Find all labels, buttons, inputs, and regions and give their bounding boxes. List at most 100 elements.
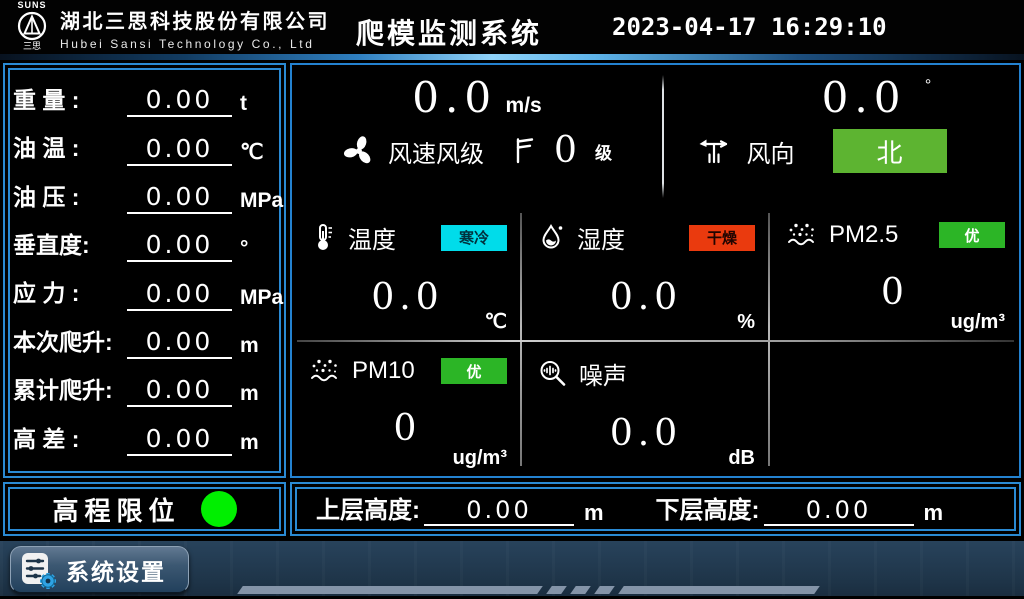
tile-label: 温度 [348,220,396,255]
measurement-row: 高 差 :0.00 m [13,424,274,456]
tile-value: 0.0 [537,277,755,318]
tile-label: PM2.5 [829,221,898,249]
logo-bottom-text: 三思 [8,42,56,51]
measurement-unit: m [240,383,274,407]
upper-height-value: 0.00 [424,496,574,526]
env-tile-温度: 温度 寒冷 0.0℃ [292,204,521,340]
status-badge: 干燥 [689,225,755,251]
logo-top-text: SUNS [8,1,56,10]
humidity-drop-icon [537,222,567,254]
wind-direction-value: 0.0 [822,73,907,122]
company-name-en: Hubei Sansi Technology Co., Ltd [60,37,330,51]
env-tile-empty [769,340,1019,476]
lower-height-label: 下层高度: [656,490,760,528]
upper-height-unit: m [584,500,604,528]
dust-icon [785,220,819,250]
taskbar-deco-stripe [240,586,817,594]
elevation-limit-label: 高程限位 [52,491,180,528]
measurement-unit: m [240,335,274,359]
taskbar: 系统设置 [0,541,1024,599]
measurement-value: 0.00 [127,85,232,117]
wind-vane-icon [697,135,733,167]
measurement-value: 0.00 [127,375,232,407]
wind-direction-label: 风向 [747,134,795,169]
wind-speed-label: 风速风级 [388,134,484,169]
wind-direction-badge: 北 [833,129,947,173]
wind-level-unit: 级 [595,139,612,164]
fan-icon [342,134,376,168]
measurement-unit: MPa [240,190,274,214]
tile-unit: ug/m³ [453,447,507,470]
layer-heights-box: 上层高度: 0.00 m 下层高度: 0.00 m [290,482,1021,536]
measurement-label: 高 差 : [13,427,125,456]
measurement-unit: MPa [240,287,274,311]
measurement-unit: ° [240,238,274,262]
measurement-label: 垂直度: [13,233,125,262]
tile-label: PM10 [352,357,415,385]
lower-height-group: 下层高度: 0.00 m [656,490,996,528]
measurement-label: 油 温 : [13,136,125,165]
tile-unit: ℃ [485,309,507,334]
measurement-row: 累计爬升:0.00 m [13,375,274,407]
lower-height-value: 0.00 [764,496,914,526]
logo: SUNS 三思 [8,1,56,51]
system-settings-label: 系统设置 [66,553,166,587]
settings-sliders-gear-icon [19,550,57,590]
tile-unit: ug/m³ [951,311,1005,334]
tile-value: 0.0 [537,413,755,454]
tile-value: 0 [785,272,1005,313]
measurement-unit: ℃ [240,142,274,166]
climbing-formwork-monitor-screen: SUNS 三思 湖北三思科技股份有限公司 Hubei Sansi Technol… [0,0,1024,599]
measurement-value: 0.00 [127,279,232,311]
status-badge: 优 [939,222,1005,248]
company-name-cn: 湖北三思科技股份有限公司 [60,5,330,34]
measurements-panel: 重 量 :0.00t油 温 :0.00℃油 压 :0.00MPa垂直度:0.00… [3,63,286,478]
measurement-label: 重 量 : [13,88,125,117]
system-settings-button[interactable]: 系统设置 [10,546,189,593]
env-tile-pm10: PM10优0ug/m³ [292,340,521,476]
dust-icon [308,356,342,386]
status-badge: 优 [441,358,507,384]
measurement-label: 油 压 : [13,185,125,214]
measurement-value: 0.00 [127,424,232,456]
wind-speed-unit: m/s [506,94,542,117]
elevation-limit-box: 高程限位 [3,482,286,536]
measurement-row: 重 量 :0.00 t [13,85,274,117]
measurement-value: 0.00 [127,134,232,166]
measurement-unit: t [240,93,274,117]
tile-value: 0.0 [308,277,507,318]
measurement-unit: m [240,432,274,456]
thermometer-icon [308,222,338,254]
measurement-value: 0.00 [127,182,232,214]
wind-direction-unit: ° [925,77,931,94]
noise-icon [537,358,569,390]
wind-speed-section: 0.0 m/s 风速风级 [292,65,662,204]
measurement-label: 累计爬升: [13,378,125,407]
env-tile-噪声: 噪声0.0dB [521,340,769,476]
measurement-row: 本次爬升:0.00 m [13,327,274,359]
header-accent-line [0,54,1024,60]
wind-level-value: 0 [554,133,577,169]
wind-direction-section: 0.0 ° 风向 北 [664,65,1019,204]
measurement-row: 油 压 :0.00 MPa [13,182,274,214]
measurement-value: 0.00 [127,327,232,359]
environment-panel: 0.0 m/s 风速风级 [290,63,1021,478]
header: SUNS 三思 湖北三思科技股份有限公司 Hubei Sansi Technol… [0,0,1024,54]
measurement-row: 应 力 :0.00 MPa [13,279,274,311]
status-badge: 寒冷 [441,225,507,251]
measurement-value: 0.00 [127,230,232,262]
env-tiles-grid: 温度寒冷0.0℃湿度干燥0.0%PM2.5优0ug/m³PM10优0ug/m³噪… [292,204,1019,476]
measurement-label: 本次爬升: [13,330,125,359]
sansi-logo-icon [17,11,47,41]
tile-label: 噪声 [579,356,627,391]
datetime-display: 2023-04-17 16:29:10 [612,13,887,41]
measurement-row: 油 温 :0.00 ℃ [13,134,274,166]
env-tile-湿度: 湿度干燥0.0% [521,204,769,340]
env-tile-pm2.5: PM2.5 优 0ug/m³ [769,204,1019,340]
wind-level-flag-icon [510,136,536,166]
company-block: 湖北三思科技股份有限公司 Hubei Sansi Technology Co.,… [60,5,330,51]
tile-unit: % [737,311,755,334]
upper-height-group: 上层高度: 0.00 m [316,490,656,528]
upper-height-label: 上层高度: [316,490,420,528]
measurement-label: 应 力 : [13,281,125,310]
